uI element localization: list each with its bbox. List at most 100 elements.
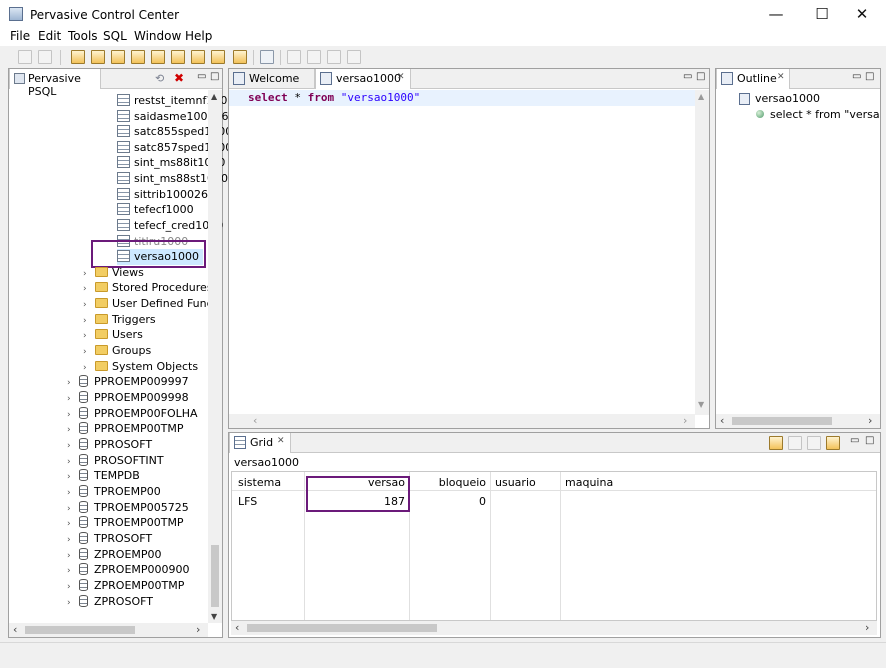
chevron-right-icon[interactable]: › (67, 563, 79, 579)
scroll-up-icon[interactable]: ▲ (211, 92, 217, 101)
scroll-thumb[interactable] (247, 624, 437, 632)
outline-root[interactable]: versao1000 (739, 91, 820, 107)
editor-vertical-scrollbar[interactable]: ▲ ▼ (695, 90, 709, 415)
minimize-button[interactable]: — (766, 6, 786, 22)
maximize-icon[interactable]: □ (696, 71, 705, 82)
tree-database[interactable]: › ZPROEMP00 (67, 547, 162, 563)
tree-database[interactable]: › TEMPDB (67, 468, 140, 484)
chevron-right-icon[interactable]: › (67, 516, 79, 532)
save-icon[interactable] (18, 50, 32, 64)
edit-table-icon[interactable] (111, 50, 125, 64)
result-grid[interactable]: sistema versao bloqueio usuario maquina … (231, 471, 877, 621)
menu-help[interactable]: Help (185, 29, 212, 43)
tree-folder-groups[interactable]: › Groups (83, 343, 151, 359)
tree-database[interactable]: › PPROEMP009997 (67, 374, 189, 390)
copy-icon[interactable] (807, 436, 821, 450)
explorer-horizontal-scrollbar[interactable]: ‹ › (9, 623, 208, 637)
scroll-right-icon[interactable]: › (865, 621, 869, 634)
scroll-right-icon[interactable]: › (868, 414, 872, 427)
open-table-icon[interactable] (91, 50, 105, 64)
maximize-icon[interactable]: □ (865, 71, 874, 82)
tree-database[interactable]: › ZPROSOFT (67, 594, 153, 610)
tree-folder-views[interactable]: › Views (83, 265, 144, 281)
chevron-right-icon[interactable]: › (83, 328, 95, 344)
tree-database[interactable]: › PROSOFTINT (67, 453, 164, 469)
tree-database[interactable]: › ZPROEMP00TMP (67, 578, 184, 594)
tree-folder-stored-procedures[interactable]: › Stored Procedures (83, 280, 213, 296)
sync-icon[interactable] (826, 436, 840, 450)
menu-file[interactable]: File (10, 29, 30, 43)
scroll-left-icon[interactable]: ‹ (720, 414, 724, 427)
menu-sql[interactable]: SQL (103, 29, 127, 43)
tree-folder-system-objects[interactable]: › System Objects (83, 359, 198, 375)
tree-folder-users[interactable]: › Users (83, 327, 143, 343)
tree-database[interactable]: › TPROEMP00 (67, 484, 161, 500)
new-table-icon[interactable] (71, 50, 85, 64)
minimize-icon[interactable]: ▭ (852, 71, 861, 82)
outline-horizontal-scrollbar[interactable]: ‹ › (716, 414, 880, 428)
tree-database[interactable]: › ZPROEMP000900 (67, 562, 190, 578)
column-header-sistema[interactable]: sistema (238, 475, 281, 491)
monitor-icon[interactable] (191, 50, 205, 64)
tree-folder-udf[interactable]: › User Defined Functi (83, 296, 220, 312)
tree-item-table[interactable]: sittrib100026 (117, 187, 208, 203)
tree-database[interactable]: › TPROSOFT (67, 531, 152, 547)
outline-statement[interactable]: select * from "versao10 (756, 107, 880, 123)
column-header-usuario[interactable]: usuario (495, 475, 536, 491)
chevron-right-icon[interactable]: › (67, 485, 79, 501)
scroll-down-icon[interactable]: ▼ (698, 400, 704, 409)
delete-icon[interactable]: ✖ (174, 71, 184, 85)
chevron-right-icon[interactable]: › (67, 469, 79, 485)
chevron-right-icon[interactable]: › (67, 391, 79, 407)
chevron-right-icon[interactable]: › (67, 438, 79, 454)
sql-editor[interactable]: select * from "versao1000" (229, 90, 695, 414)
tab-pervasive-psql[interactable]: Pervasive PSQL (9, 69, 101, 98)
minimize-icon[interactable]: ▭ (850, 435, 859, 446)
scroll-thumb[interactable] (732, 417, 832, 425)
close-button[interactable]: ✕ (852, 6, 872, 22)
chevron-right-icon[interactable]: › (67, 532, 79, 548)
tree-database[interactable]: › PPROEMP00TMP (67, 421, 183, 437)
scroll-up-icon[interactable]: ▲ (698, 92, 704, 101)
close-tab-icon[interactable]: ✕ (397, 72, 405, 82)
maximize-icon[interactable]: □ (210, 71, 219, 82)
scroll-thumb[interactable] (25, 626, 135, 634)
chevron-right-icon[interactable]: › (83, 297, 95, 313)
chevron-right-icon[interactable]: › (83, 344, 95, 360)
minimize-icon[interactable]: ▭ (197, 71, 206, 82)
close-tab-icon[interactable]: ✕ (777, 72, 785, 82)
sql-document-icon[interactable] (260, 50, 274, 64)
tree-database[interactable]: › PPROEMP00FOLHA (67, 406, 198, 422)
scroll-right-icon[interactable]: › (196, 623, 200, 636)
minimize-icon[interactable]: ▭ (683, 71, 692, 82)
tab-welcome[interactable]: Welcome (229, 69, 315, 89)
tree-database[interactable]: › TPROEMP005725 (67, 500, 189, 516)
maximize-button[interactable]: ☐ (812, 6, 832, 22)
new-query-icon[interactable] (151, 50, 165, 64)
maximize-icon[interactable]: □ (865, 435, 874, 446)
column-header-bloqueio[interactable]: bloqueio (409, 475, 486, 491)
chevron-right-icon[interactable]: › (67, 579, 79, 595)
scroll-left-icon[interactable]: ‹ (253, 414, 257, 427)
stop-icon[interactable] (327, 50, 341, 64)
menu-edit[interactable]: Edit (38, 29, 61, 43)
tree-database[interactable]: › TPROEMP00TMP (67, 515, 184, 531)
close-tab-icon[interactable]: ✕ (277, 436, 285, 446)
column-header-maquina[interactable]: maquina (565, 475, 613, 491)
cell-sistema[interactable]: LFS (238, 494, 257, 510)
tree-item-table[interactable]: tefecf1000 (117, 202, 194, 218)
sql-statement[interactable]: select * from "versao1000" (248, 91, 420, 104)
print-icon[interactable] (38, 50, 52, 64)
scroll-left-icon[interactable]: ‹ (13, 623, 17, 636)
tab-grid[interactable]: Grid ✕ (229, 433, 291, 453)
explorer-vertical-scrollbar[interactable]: ▲ ▼ (208, 90, 222, 623)
menu-window[interactable]: Window (134, 29, 181, 43)
editor-horizontal-scrollbar[interactable]: ‹ › (229, 414, 695, 428)
users-icon[interactable] (211, 50, 225, 64)
chevron-right-icon[interactable]: › (67, 595, 79, 611)
scroll-down-icon[interactable]: ▼ (211, 612, 217, 621)
clear-icon[interactable] (347, 50, 361, 64)
security-icon[interactable] (233, 50, 247, 64)
menu-tools[interactable]: Tools (68, 29, 98, 43)
export-icon[interactable] (769, 436, 783, 450)
